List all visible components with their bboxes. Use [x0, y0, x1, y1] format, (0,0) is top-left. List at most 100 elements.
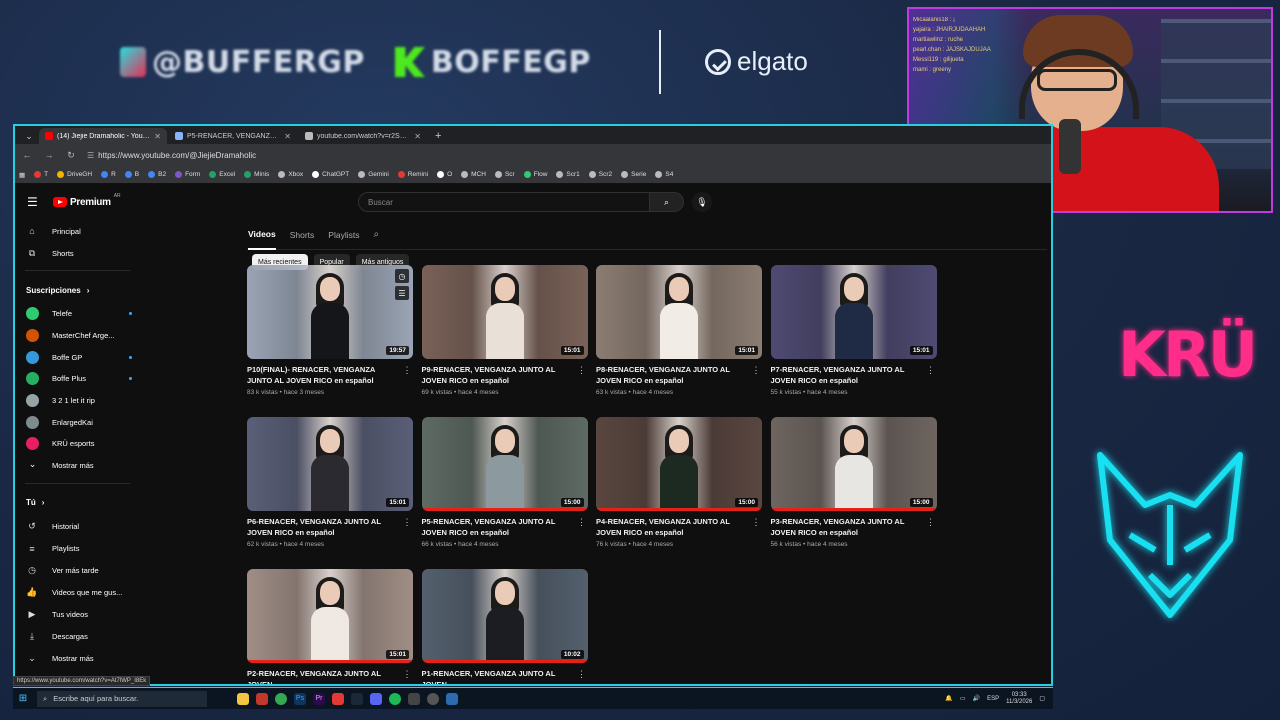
you-header[interactable]: Tú › [15, 490, 140, 516]
video-title[interactable]: P5-RENACER, VENGANZA JUNTO AL JOVEN RICO… [422, 517, 577, 538]
video-title[interactable]: P6-RENACER, VENGANZA JUNTO AL JOVEN RICO… [247, 517, 402, 538]
tab-playlists[interactable]: Playlists [328, 220, 359, 250]
video-title[interactable]: P1-RENACER, VENGANZA JUNTO AL JOVEN [422, 669, 577, 684]
tab-videos[interactable]: Videos [248, 220, 276, 250]
app-icon[interactable] [256, 692, 268, 705]
app-icon[interactable] [408, 692, 420, 705]
windows-start-icon[interactable]: ⊞ [13, 693, 33, 704]
tab-search-icon[interactable]: ⌄ [21, 128, 37, 144]
steam-icon[interactable] [351, 692, 363, 705]
more-options-icon[interactable]: ⋮ [577, 365, 587, 396]
search-input[interactable]: Buscar [358, 192, 650, 212]
sidebar-item-you[interactable]: ⌄ Mostrar más [15, 648, 140, 670]
subscription-item[interactable]: ⌄ Mostrar más [15, 455, 140, 477]
bookmark-item[interactable]: MCH [461, 171, 486, 178]
site-info-icon[interactable]: ☰ [87, 151, 94, 160]
bookmark-item[interactable]: Xbox [278, 171, 303, 178]
clock[interactable]: 03:33 11/3/2026 [1006, 692, 1032, 706]
apps-icon[interactable]: ▦ [19, 171, 25, 179]
more-options-icon[interactable]: ⋮ [402, 517, 412, 548]
bookmark-item[interactable]: Flow [523, 171, 547, 178]
video-card[interactable]: 15:01 P2-RENACER, VENGANZA JUNTO AL JOVEN… [247, 569, 413, 684]
more-options-icon[interactable]: ⋮ [926, 365, 936, 396]
subscription-item[interactable]: 3 2 1 let it rip [15, 390, 140, 412]
video-thumbnail[interactable]: 15:01 [770, 265, 937, 359]
sidebar-item-principal[interactable]: ⌂ Principal [15, 220, 140, 242]
bookmark-item[interactable]: Remini [397, 171, 428, 178]
more-options-icon[interactable]: ⋮ [751, 365, 761, 396]
app-icon[interactable] [332, 692, 344, 705]
video-thumbnail[interactable]: 15:01 [421, 265, 588, 359]
back-icon[interactable]: ← [21, 150, 33, 160]
video-title[interactable]: P8-RENACER, VENGANZA JUNTO AL JOVEN RICO… [596, 365, 751, 386]
language-indicator[interactable]: ESP [987, 696, 999, 702]
subscription-item[interactable]: KRÜ esports [15, 433, 140, 455]
menu-icon[interactable]: ☰ [27, 195, 41, 209]
new-tab-button[interactable]: + [429, 128, 447, 144]
sidebar-item-you[interactable]: ▶ Tus videos [15, 604, 140, 626]
chrome-icon[interactable] [275, 692, 287, 705]
more-options-icon[interactable]: ⋮ [751, 517, 761, 548]
more-options-icon[interactable]: ⋮ [577, 669, 587, 684]
bookmark-item[interactable]: B [124, 171, 139, 178]
notification-icon[interactable]: 🔔 [945, 695, 952, 702]
bookmark-item[interactable]: R [101, 171, 116, 178]
bookmark-item[interactable]: Excel [209, 171, 235, 178]
network-icon[interactable]: ▭ [960, 695, 966, 702]
video-thumbnail[interactable]: 15:01 [247, 569, 413, 663]
video-title[interactable]: P9-RENACER, VENGANZA JUNTO AL JOVEN RICO… [422, 365, 577, 386]
discord-icon[interactable] [370, 692, 382, 705]
obs-icon[interactable] [427, 692, 439, 705]
bookmark-item[interactable]: S4 [655, 171, 673, 178]
subscription-item[interactable]: Boffe GP [15, 346, 140, 368]
video-card[interactable]: 10:02 P1-RENACER, VENGANZA JUNTO AL JOVEN… [421, 569, 588, 684]
close-tab-icon[interactable]: ✕ [284, 132, 291, 141]
watch-later-icon[interactable]: ◷ [395, 269, 409, 283]
video-title[interactable]: P7-RENACER, VENGANZA JUNTO AL JOVEN RICO… [771, 365, 926, 386]
bookmark-item[interactable]: O [437, 171, 452, 178]
bookmark-item[interactable]: Form [175, 171, 200, 178]
video-thumbnail[interactable]: 10:02 [421, 569, 588, 663]
action-center-icon[interactable]: ▢ [1039, 695, 1045, 702]
video-title[interactable]: P4-RENACER, VENGANZA JUNTO AL JOVEN RICO… [596, 517, 751, 538]
video-thumbnail[interactable]: 15:00 [770, 417, 937, 511]
taskbar-search-input[interactable]: ⌕ Escribe aquí para buscar. [37, 690, 207, 707]
bookmark-item[interactable]: Minis [244, 171, 269, 178]
more-options-icon[interactable]: ⋮ [402, 365, 412, 396]
sidebar-item-you[interactable]: ↺ Historial [15, 516, 140, 538]
subscription-item[interactable]: MasterChef Arge... [15, 325, 140, 347]
bookmark-item[interactable]: Serie [621, 171, 646, 178]
sidebar-item-you[interactable]: ⤓ Descargas [15, 626, 140, 648]
browser-tab[interactable]: (14) Jiejie Dramaholic - YouTube ✕ [39, 128, 167, 144]
video-card[interactable]: 15:01 P7-RENACER, VENGANZA JUNTO AL JOVEN… [770, 265, 937, 411]
more-options-icon[interactable]: ⋮ [577, 517, 587, 548]
bookmark-item[interactable]: Scr2 [588, 171, 612, 178]
url-field[interactable]: ☰ https://www.youtube.com/@JiejieDramaho… [87, 151, 256, 160]
file-explorer-icon[interactable] [237, 692, 249, 705]
subscription-item[interactable]: Telefe [15, 303, 140, 325]
video-card[interactable]: 15:00 P4-RENACER, VENGANZA JUNTO AL JOVEN… [596, 417, 762, 563]
app-icon[interactable] [446, 692, 458, 705]
volume-icon[interactable]: 🔊 [973, 695, 980, 702]
sidebar-item-you[interactable]: ◷ Ver más tarde [15, 560, 140, 582]
spotify-icon[interactable] [389, 692, 401, 705]
bookmark-item[interactable]: T [34, 171, 48, 178]
video-thumbnail[interactable]: 15:01 [596, 265, 762, 359]
youtube-premium-logo[interactable]: Premium AR [53, 193, 121, 208]
bookmark-item[interactable]: DriveGH [57, 171, 92, 178]
browser-tab[interactable]: youtube.com/watch?v=r2Sa1v ✕ [299, 128, 427, 144]
subscriptions-header[interactable]: Suscripciones › [15, 277, 140, 303]
video-title[interactable]: P3-RENACER, VENGANZA JUNTO AL JOVEN RICO… [771, 517, 926, 538]
video-thumbnail[interactable]: 15:01 [247, 417, 413, 511]
premiere-icon[interactable]: Pr [313, 692, 325, 705]
bookmark-item[interactable]: Gemini [358, 171, 389, 178]
video-thumbnail[interactable]: 15:00 [596, 417, 762, 511]
sidebar-item-you[interactable]: ≡ Playlists [15, 538, 140, 560]
bookmark-item[interactable]: Scr1 [556, 171, 580, 178]
sidebar-item-you[interactable]: 👍 Videos que me gus... [15, 582, 140, 604]
video-thumbnail[interactable]: ◷ ☰ 19:57 [247, 265, 413, 359]
add-to-queue-icon[interactable]: ☰ [395, 286, 409, 300]
video-card[interactable]: 15:00 P5-RENACER, VENGANZA JUNTO AL JOVEN… [421, 417, 588, 563]
subscription-item[interactable]: EnlargedKai [15, 411, 140, 433]
subscription-item[interactable]: Boffe Plus [15, 368, 140, 390]
